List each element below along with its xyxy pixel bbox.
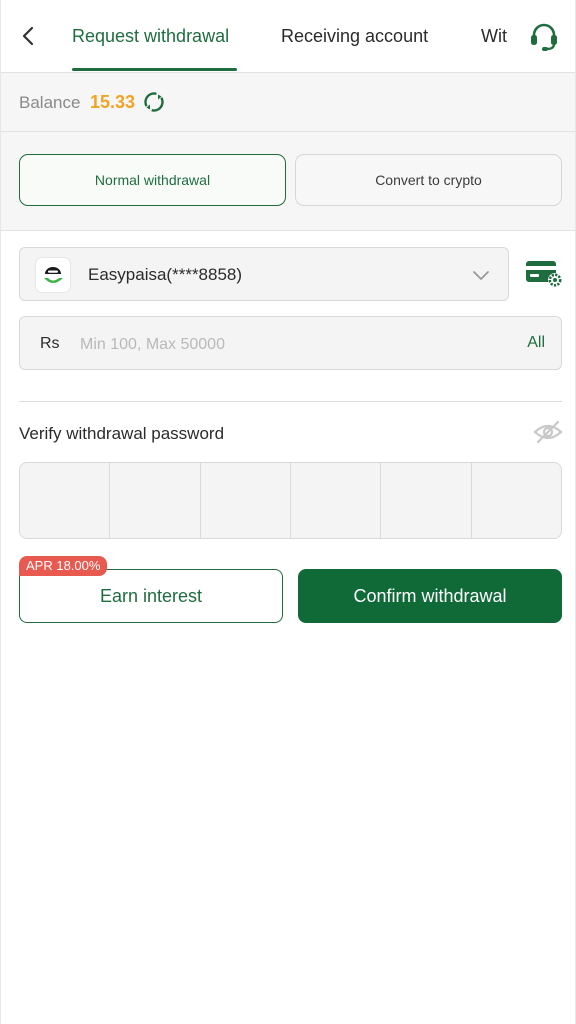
currency-label: Rs: [40, 335, 60, 352]
eye-off-icon[interactable]: [533, 420, 563, 444]
normal-withdrawal-button[interactable]: Normal withdrawal: [19, 154, 286, 206]
tab-receiving-account[interactable]: Receiving account: [281, 26, 428, 47]
apr-badge: APR 18.00%: [19, 556, 108, 576]
earn-interest-button[interactable]: Earn interest: [19, 569, 283, 623]
back-button[interactable]: [11, 18, 47, 54]
pin-digit-4[interactable]: [291, 463, 382, 538]
balance-value: 15.33: [90, 92, 136, 112]
refresh-icon[interactable]: [144, 92, 164, 112]
balance-label: Balance: [19, 93, 81, 112]
amount-input[interactable]: [78, 327, 502, 363]
pin-digit-3[interactable]: [201, 463, 291, 538]
password-pin-input: [19, 462, 562, 539]
tab-request-withdrawal[interactable]: Request withdrawal: [72, 26, 229, 47]
password-label: Verify withdrawal password: [19, 424, 225, 443]
active-tab-indicator: [72, 68, 237, 71]
account-name: Easypaisa(****8858): [88, 265, 243, 284]
withdrawal-mode-selector: Normal withdrawal Convert to crypto: [1, 132, 575, 231]
pin-digit-5[interactable]: [381, 463, 472, 538]
all-amount-button[interactable]: All: [527, 334, 545, 352]
withdrawal-screen: Request withdrawal Receiving account Wit…: [0, 0, 576, 1024]
pin-digit-2[interactable]: [110, 463, 201, 538]
tab-withdrawal-history[interactable]: Wit: [481, 26, 507, 47]
tab-bar: Request withdrawal Receiving account Wit: [1, 0, 575, 73]
convert-to-crypto-button[interactable]: Convert to crypto: [295, 154, 562, 206]
balance-bar: Balance 15.33: [1, 73, 575, 132]
confirm-withdrawal-button[interactable]: Confirm withdrawal: [298, 569, 562, 623]
receiving-account-select[interactable]: Easypaisa(****8858): [19, 247, 509, 301]
easypaisa-logo: [36, 258, 70, 292]
pin-digit-1[interactable]: [20, 463, 111, 538]
section-divider: [19, 401, 562, 402]
chevron-down-icon: [473, 271, 489, 280]
card-settings-icon[interactable]: [525, 258, 563, 288]
amount-field: Rs All: [19, 316, 562, 370]
customer-support-button[interactable]: [525, 20, 563, 54]
pin-digit-6[interactable]: [472, 463, 561, 538]
headset-icon: [531, 23, 557, 51]
chevron-left-icon: [22, 26, 34, 46]
